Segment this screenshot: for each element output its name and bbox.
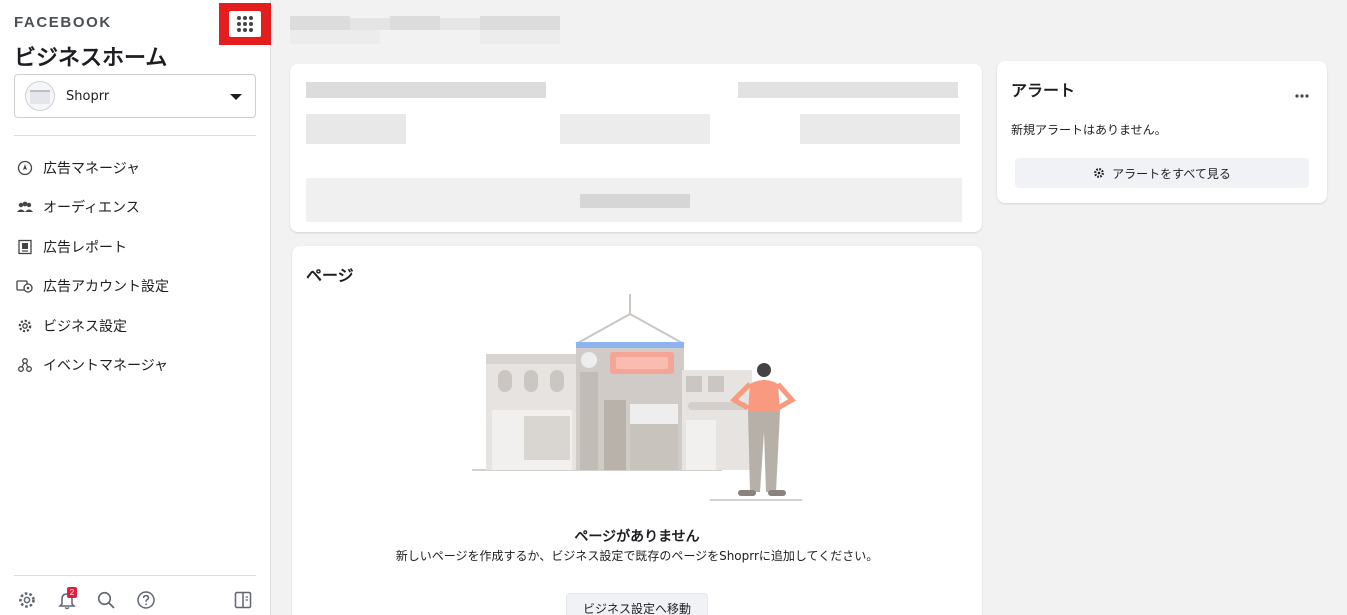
sidebar-item-label: イベントマネージャ	[43, 358, 169, 375]
account-avatar	[25, 81, 55, 111]
sidebar: FACEBOOK ビジネスホーム Shoprr 広告マネージャ オーディエンス …	[0, 0, 271, 615]
sidebar-item-label: 広告アカウント設定	[43, 279, 169, 296]
blurred-card	[290, 64, 982, 232]
sidebar-item-business-settings[interactable]: ビジネス設定	[16, 306, 256, 346]
pages-card-title: ページ	[306, 266, 354, 285]
sidebar-item-ad-reports[interactable]: 広告レポート	[16, 227, 256, 267]
sidebar-divider	[14, 135, 256, 136]
empty-state-description: 新しいページを作成するか、ビジネス設定で既存のページをShoprrに追加してくだ…	[395, 549, 879, 563]
view-all-alerts-button[interactable]: アラートをすべて見る	[1015, 158, 1309, 188]
sidebar-item-label: ビジネス設定	[43, 318, 127, 335]
sidebar-item-ad-account-settings[interactable]: 広告アカウント設定	[16, 267, 256, 307]
gear-icon	[1093, 167, 1105, 179]
sidebar-item-ads-manager[interactable]: 広告マネージャ	[16, 148, 256, 188]
search-icon[interactable]	[96, 590, 118, 612]
caret-down-icon	[230, 94, 242, 100]
sidebar-item-label: 広告レポート	[43, 239, 127, 256]
sidebar-item-label: オーディエンス	[43, 200, 140, 217]
empty-state-title: ページがありません	[574, 529, 700, 545]
sidebar-item-audiences[interactable]: オーディエンス	[16, 188, 256, 228]
sidebar-bottom-bar: 2	[0, 576, 271, 615]
page-title: ビジネスホーム	[14, 46, 168, 71]
account-name: Shoprr	[66, 88, 110, 104]
people-icon	[16, 198, 34, 216]
compass-icon	[16, 159, 34, 177]
view-all-alerts-label: アラートをすべて見る	[1112, 166, 1231, 181]
blurred-header	[290, 16, 580, 46]
sidebar-item-events-manager[interactable]: イベントマネージャ	[16, 346, 256, 386]
alerts-empty-message: 新規アラートはありません。	[1011, 123, 1167, 137]
brand-logo: FACEBOOK	[14, 14, 112, 31]
account-selector[interactable]: Shoprr	[14, 74, 256, 118]
apps-button-surface[interactable]	[229, 11, 261, 37]
gear-icon	[16, 317, 34, 335]
sidebar-item-label: 広告マネージャ	[43, 160, 141, 177]
more-icon[interactable]	[1295, 83, 1309, 102]
events-icon	[16, 356, 34, 374]
gear-icon[interactable]	[17, 590, 39, 612]
alerts-card-title: アラート	[1011, 81, 1076, 100]
panel-toggle-icon[interactable]	[233, 590, 255, 612]
storefront-illustration	[472, 294, 802, 501]
bell-icon[interactable]: 2	[57, 587, 79, 612]
help-icon[interactable]	[136, 590, 158, 612]
grid-9-dots-icon	[237, 16, 253, 32]
notification-badge: 2	[67, 587, 77, 598]
go-to-business-settings-button[interactable]: ビジネス設定へ移動	[566, 593, 708, 615]
pages-card: ページ ページがありません 新しいページを作成するか、ビジネス設定で既存のページ…	[292, 246, 982, 615]
alerts-card: アラート 新規アラートはありません。 アラートをすべて見る	[997, 61, 1327, 203]
sidebar-nav: 広告マネージャ オーディエンス 広告レポート 広告アカウント設定 ビジネス設定	[16, 148, 256, 385]
ad-account-icon	[16, 277, 34, 295]
apps-menu-button[interactable]	[219, 3, 271, 45]
report-icon	[16, 238, 34, 256]
